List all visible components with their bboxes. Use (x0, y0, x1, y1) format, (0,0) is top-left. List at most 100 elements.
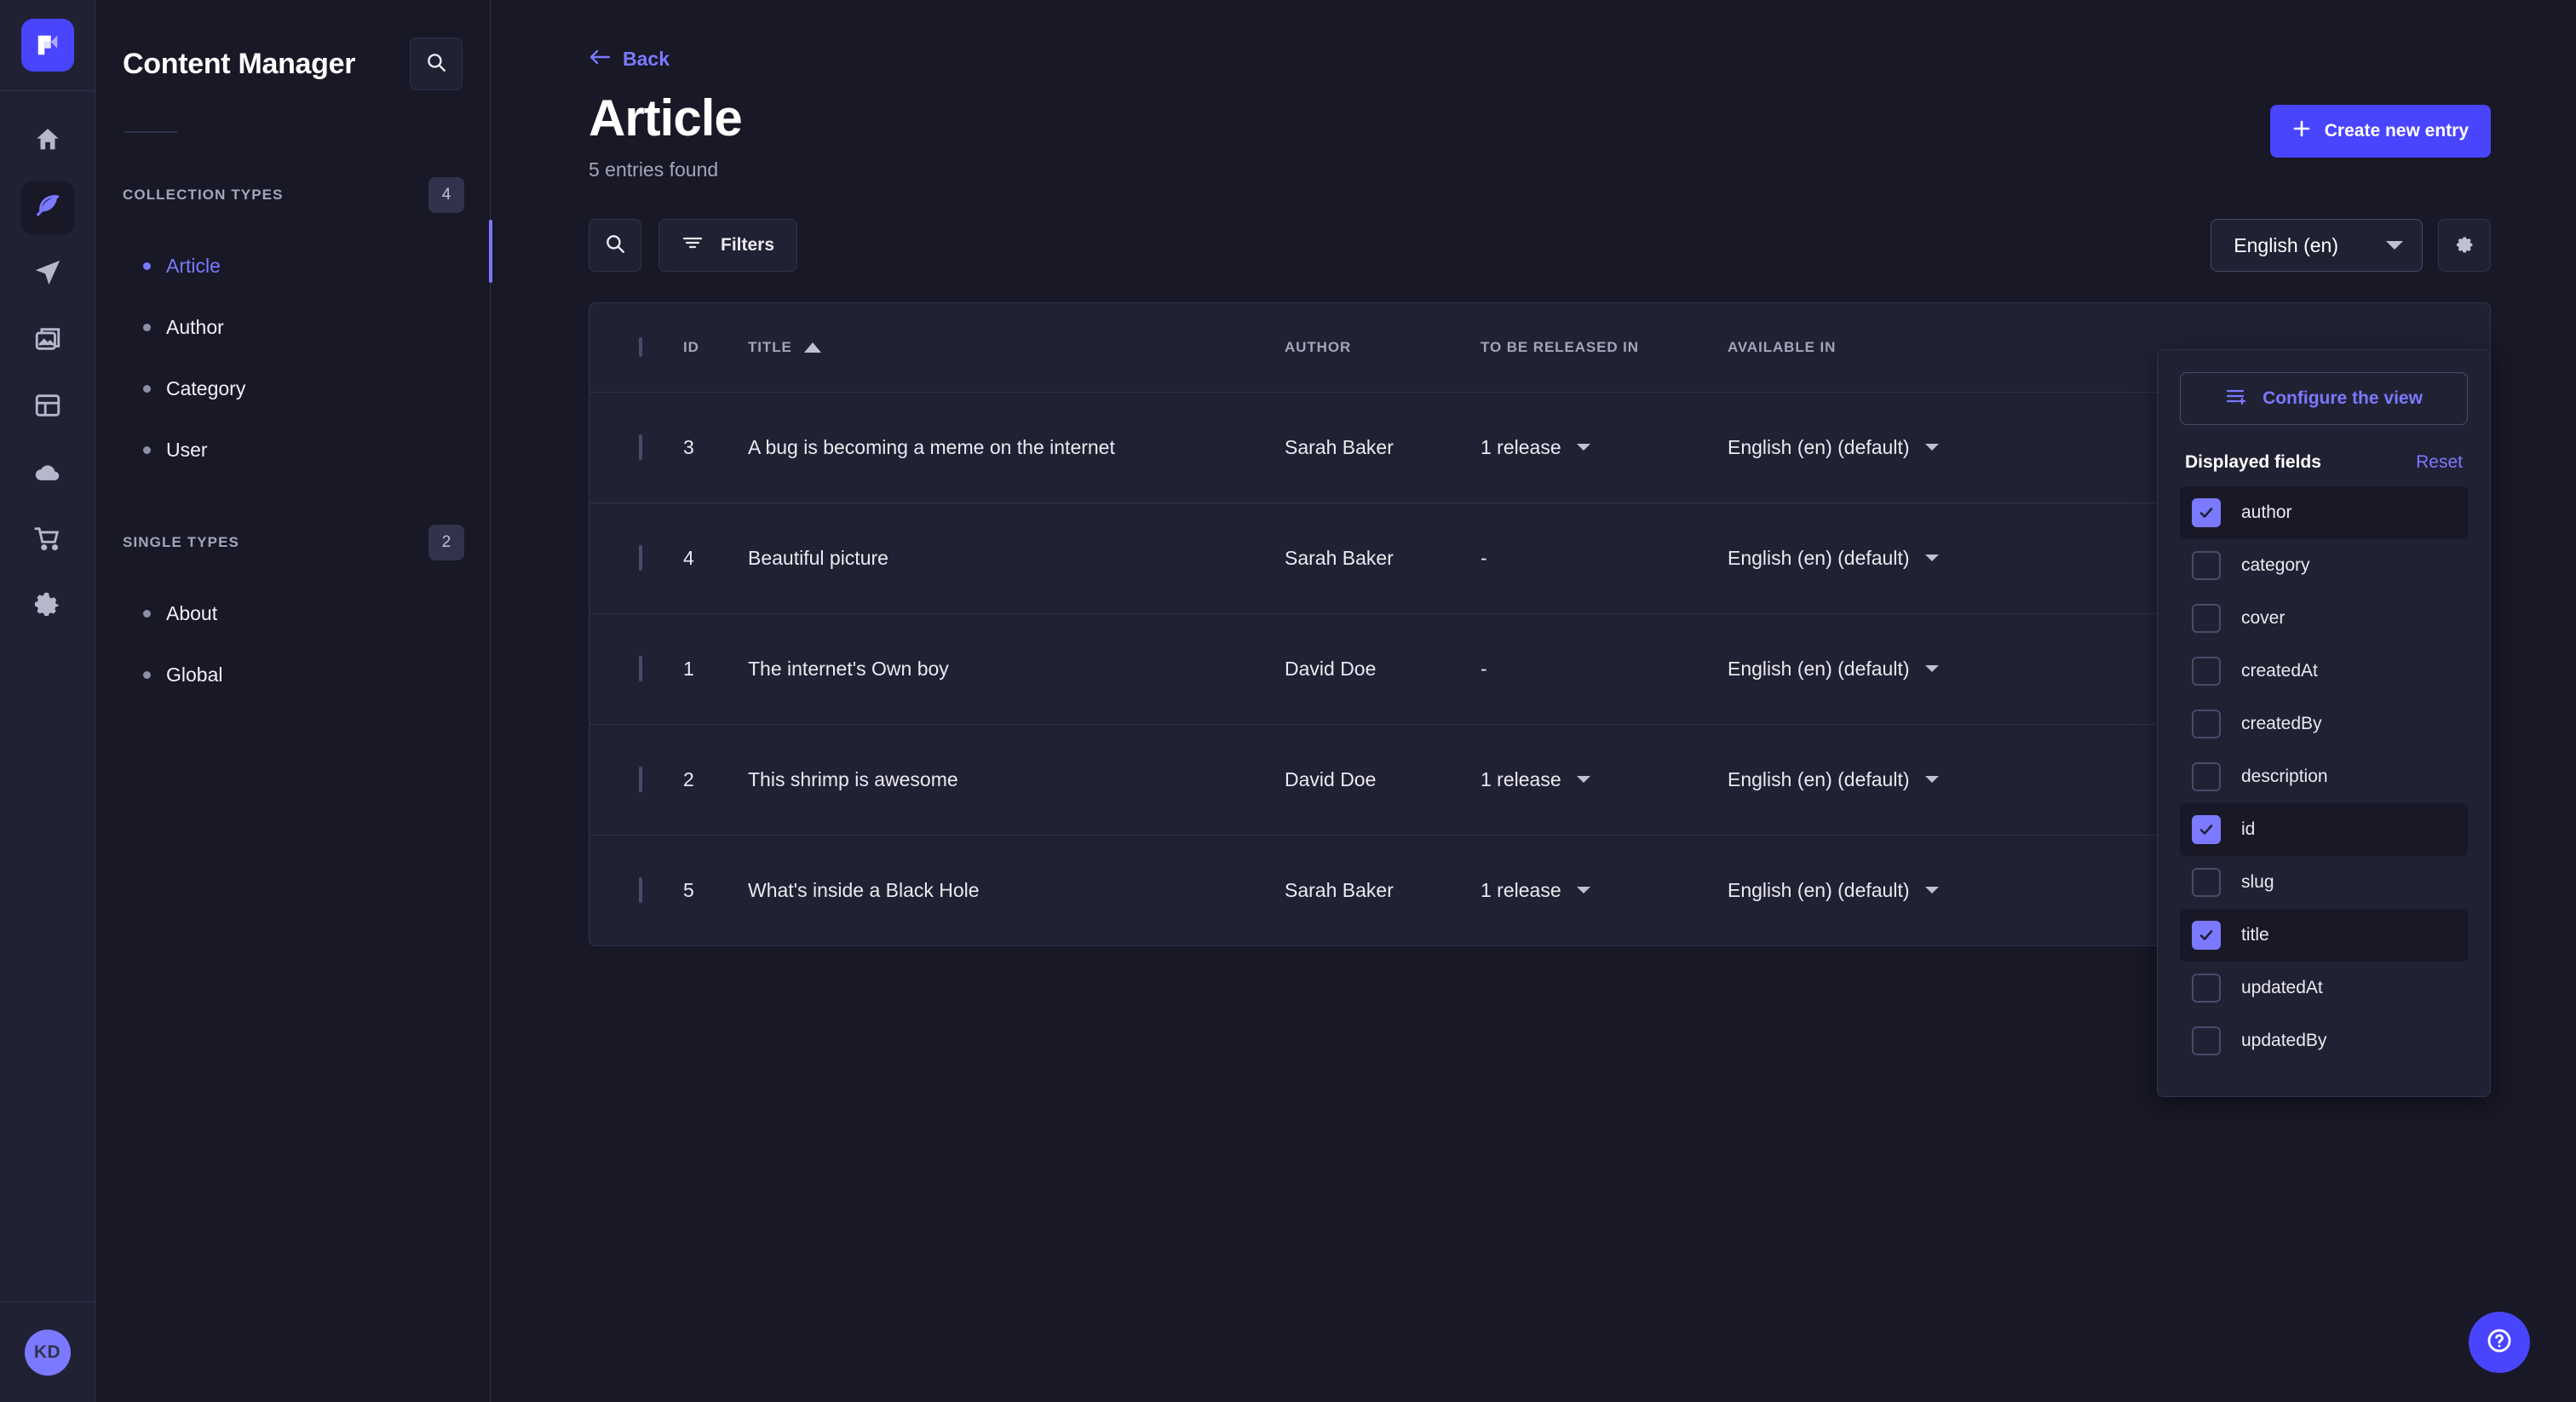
chevron-down-icon[interactable] (1577, 887, 1590, 893)
sidebar-divider (124, 131, 177, 133)
chevron-down-icon[interactable] (1925, 554, 1939, 561)
cell-author: Sarah Baker (1285, 503, 1481, 613)
field-checkbox[interactable] (2192, 657, 2221, 686)
field-checkbox[interactable] (2192, 710, 2221, 738)
row-checkbox[interactable] (639, 545, 642, 571)
sidebar-search-button[interactable] (410, 37, 463, 90)
filters-button[interactable]: Filters (658, 219, 797, 272)
rail-item-home[interactable] (21, 115, 74, 168)
field-option-description[interactable]: description (2180, 750, 2468, 803)
chevron-down-icon[interactable] (1577, 444, 1590, 451)
sidebar-item-label: About (166, 602, 217, 625)
sidebar-group-single-types: SINGLE TYPES 2 About Global (95, 525, 490, 705)
cell-title: What's inside a Black Hole (748, 835, 1285, 945)
field-checkbox[interactable] (2192, 974, 2221, 1003)
row-checkbox[interactable] (639, 877, 642, 903)
rail-item-media-library[interactable] (21, 314, 74, 367)
chevron-down-icon[interactable] (1577, 776, 1590, 783)
toolbar: Filters English (en) (491, 181, 2576, 272)
field-checkbox[interactable] (2192, 868, 2221, 897)
sidebar-item-user[interactable]: User (95, 419, 490, 480)
plus-icon (2292, 119, 2311, 143)
table-search-button[interactable] (589, 219, 641, 272)
page-heading-block: Article 5 entries found (589, 89, 742, 181)
reset-button[interactable]: Reset (2416, 452, 2463, 473)
field-option-title[interactable]: title (2180, 909, 2468, 962)
cell-title: Beautiful picture (748, 503, 1285, 613)
group-label: COLLECTION TYPES (123, 187, 284, 204)
sidebar-item-category[interactable]: Category (95, 358, 490, 419)
bullet-icon (143, 324, 151, 331)
field-option-author[interactable]: author (2180, 486, 2468, 539)
rail-item-cloud[interactable] (21, 447, 74, 500)
rail-item-content-manager[interactable] (21, 181, 74, 234)
field-checkbox[interactable] (2192, 815, 2221, 844)
displayed-fields-label: Displayed fields (2185, 452, 2321, 473)
create-new-entry-label: Create new entry (2325, 121, 2469, 141)
rail-item-content-type-builder[interactable] (21, 381, 74, 434)
cell-released-label: 1 release (1481, 879, 1561, 902)
sidebar-item-author[interactable]: Author (95, 296, 490, 358)
field-checkbox[interactable] (2192, 498, 2221, 527)
chevron-down-icon[interactable] (1925, 887, 1939, 893)
question-mark-icon (2485, 1326, 2514, 1359)
group-header: SINGLE TYPES 2 (95, 525, 490, 560)
cell-available-label: English (en) (default) (1728, 547, 1910, 570)
row-checkbox[interactable] (639, 656, 642, 681)
avatar[interactable]: KD (25, 1330, 71, 1376)
field-checkbox[interactable] (2192, 604, 2221, 633)
field-checkbox[interactable] (2192, 551, 2221, 580)
home-icon (33, 125, 62, 158)
back-link[interactable]: Back (491, 0, 2576, 71)
view-settings-button[interactable] (2438, 219, 2491, 272)
field-option-slug[interactable]: slug (2180, 856, 2468, 909)
field-label: updatedBy (2241, 1031, 2326, 1051)
column-header-author[interactable]: AUTHOR (1285, 303, 1481, 392)
layout-icon (33, 391, 62, 424)
strapi-logo-icon[interactable] (21, 19, 74, 72)
chevron-down-icon (2386, 241, 2403, 250)
displayed-fields-list: author category cover createdAt createdB… (2180, 486, 2468, 1067)
group-list: Article Author Category User (95, 235, 490, 480)
rail-item-releases[interactable] (21, 248, 74, 301)
configure-the-view-label: Configure the view (2263, 388, 2423, 409)
field-label: category (2241, 555, 2310, 576)
toolbar-right: English (en) (2211, 219, 2491, 272)
create-new-entry-button[interactable]: Create new entry (2270, 105, 2491, 158)
field-option-updatedby[interactable]: updatedBy (2180, 1014, 2468, 1067)
rail-item-settings[interactable] (21, 580, 74, 633)
field-option-cover[interactable]: cover (2180, 592, 2468, 645)
sidebar-group-collection-types: COLLECTION TYPES 4 Article Author Catego… (95, 177, 490, 480)
back-label: Back (623, 48, 670, 71)
chevron-down-icon[interactable] (1925, 444, 1939, 451)
field-option-category[interactable]: category (2180, 539, 2468, 592)
sidebar-item-article[interactable]: Article (95, 235, 490, 296)
field-label: createdBy (2241, 714, 2322, 734)
field-checkbox[interactable] (2192, 1026, 2221, 1055)
field-label: slug (2241, 872, 2274, 893)
bullet-icon (143, 262, 151, 270)
sidebar-item-about[interactable]: About (95, 583, 490, 644)
field-option-id[interactable]: id (2180, 803, 2468, 856)
sidebar-item-global[interactable]: Global (95, 644, 490, 705)
chevron-down-icon[interactable] (1925, 776, 1939, 783)
row-checkbox[interactable] (639, 767, 642, 792)
column-header-id[interactable]: ID (683, 303, 748, 392)
rail-item-marketplace[interactable] (21, 514, 74, 566)
field-checkbox[interactable] (2192, 921, 2221, 950)
field-option-createdby[interactable]: createdBy (2180, 698, 2468, 750)
column-header-title[interactable]: TITLE (748, 303, 1285, 392)
chevron-down-icon[interactable] (1925, 665, 1939, 672)
field-option-createdat[interactable]: createdAt (2180, 645, 2468, 698)
select-all-checkbox[interactable] (639, 337, 642, 357)
sidebar-item-label: Global (166, 664, 222, 687)
row-checkbox[interactable] (639, 434, 642, 460)
field-checkbox[interactable] (2192, 762, 2221, 791)
field-option-updatedat[interactable]: updatedAt (2180, 962, 2468, 1014)
help-button[interactable] (2469, 1312, 2530, 1373)
app-root: KD Content Manager COLLECTION TYPES 4 Ar… (0, 0, 2576, 1402)
displayed-fields-header: Displayed fields Reset (2185, 452, 2463, 473)
configure-the-view-button[interactable]: Configure the view (2180, 372, 2468, 425)
column-header-to-be-released-in[interactable]: TO BE RELEASED IN (1481, 303, 1728, 392)
locale-select[interactable]: English (en) (2211, 219, 2423, 272)
